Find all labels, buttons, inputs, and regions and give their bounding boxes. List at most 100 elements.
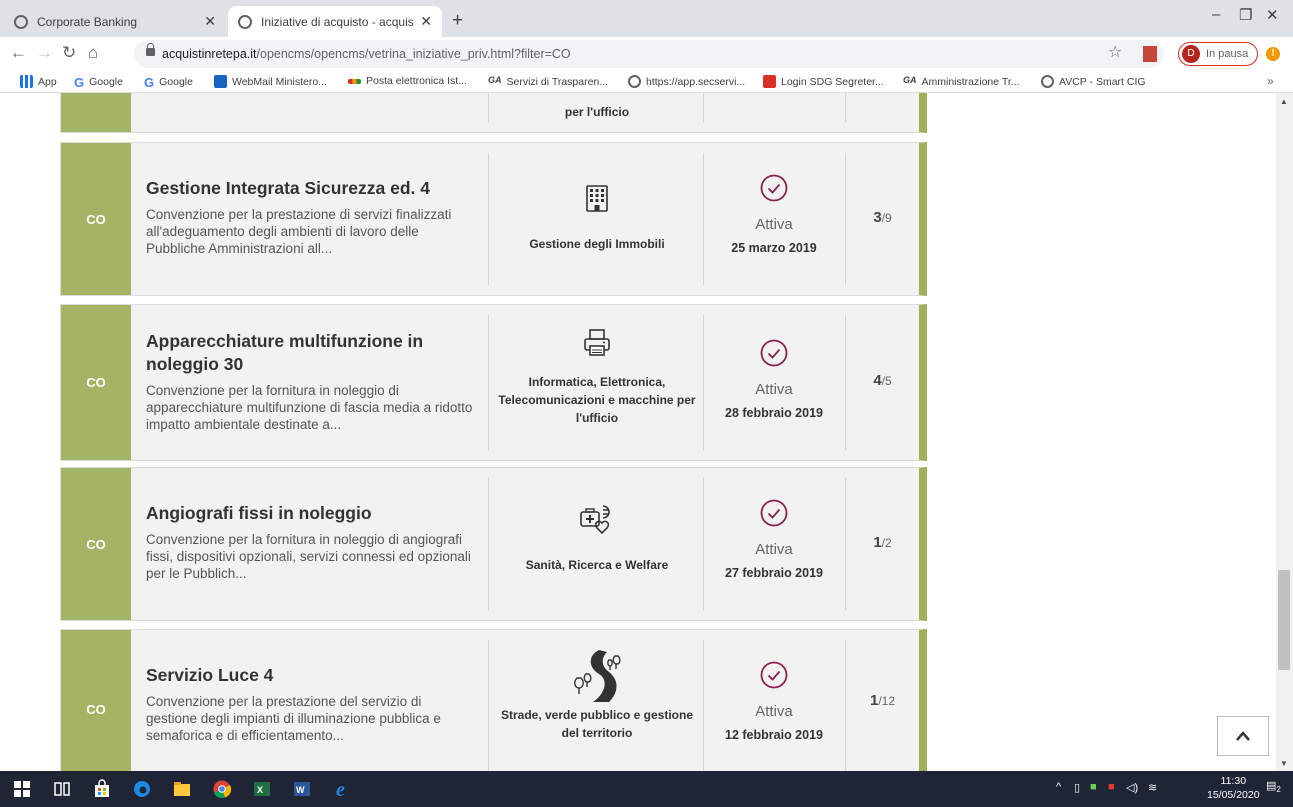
- activation-date: 28 febbraio 2019: [725, 406, 823, 420]
- globe-icon: [14, 14, 28, 29]
- bookmark-avcp[interactable]: AVCP - Smart CIG: [1041, 75, 1146, 88]
- svg-text:e: e: [336, 779, 345, 799]
- scroll-thumb[interactable]: [1278, 570, 1290, 670]
- profile-button[interactable]: D In pausa: [1178, 42, 1258, 66]
- divider: [488, 315, 489, 450]
- pdf-extension-icon[interactable]: [1143, 46, 1157, 62]
- new-tab-button[interactable]: +: [452, 10, 463, 32]
- initiative-type-tag: CO: [61, 143, 131, 295]
- bookmark-star-icon[interactable]: ☆: [1108, 42, 1122, 62]
- store-icon[interactable]: [92, 779, 112, 799]
- check-circle-icon: [760, 174, 788, 202]
- file-explorer-icon[interactable]: [172, 779, 192, 799]
- initiative-title[interactable]: Apparecchiature multifunzione in noleggi…: [146, 330, 476, 376]
- activation-date: 12 febbraio 2019: [725, 728, 823, 742]
- initiative-type-tag: CO: [61, 305, 131, 460]
- status-block: Attiva 28 febbraio 2019: [704, 339, 844, 420]
- back-to-top-button[interactable]: [1217, 716, 1269, 756]
- initiative-type-tag: CO: [61, 630, 131, 771]
- windows-taskbar: X W e ^ ▯ ■ ■ ◁) ≋ 11:30 15/05/2020 ▤2: [0, 771, 1293, 807]
- scroll-down-arrow-icon[interactable]: ▼: [1280, 759, 1288, 768]
- address-bar[interactable]: acquistinretepa.it/opencms/opencms/vetri…: [134, 40, 1164, 68]
- sdg-icon: [763, 75, 776, 88]
- excel-icon[interactable]: X: [252, 779, 272, 799]
- windows-start-icon[interactable]: [12, 779, 32, 799]
- home-button[interactable]: ⌂: [88, 43, 98, 63]
- bookmark-amministrazione[interactable]: GA Amministrazione Tr...: [903, 75, 1020, 88]
- page-scrollbar[interactable]: ▲ ▼: [1276, 93, 1293, 771]
- tray-alert-app-icon[interactable]: ■: [1108, 781, 1115, 793]
- bookmark-login-sdg[interactable]: Login SDG Segreter...: [763, 75, 884, 88]
- tray-app-icon[interactable]: ■: [1090, 781, 1097, 793]
- chrome-icon[interactable]: [212, 779, 232, 799]
- update-alert-icon[interactable]: !: [1266, 47, 1280, 61]
- reload-button[interactable]: ↻: [62, 43, 76, 63]
- bookmark-posta[interactable]: Posta elettronica Ist...: [348, 75, 467, 87]
- scroll-up-arrow-icon[interactable]: ▲: [1280, 97, 1288, 106]
- more-bookmarks-icon[interactable]: »: [1267, 74, 1274, 88]
- initiative-title[interactable]: Gestione Integrata Sicurezza ed. 4: [146, 177, 476, 200]
- bookmark-google-1[interactable]: G Google: [74, 75, 123, 90]
- avatar: D: [1182, 45, 1200, 63]
- url-host: acquistinretepa.it: [162, 47, 257, 61]
- close-icon[interactable]: ✕: [420, 13, 432, 30]
- back-button[interactable]: ←: [10, 43, 27, 63]
- globe-icon: [1041, 75, 1054, 88]
- internet-explorer-icon[interactable]: e: [334, 779, 354, 799]
- tray-chevron-icon[interactable]: ^: [1056, 781, 1061, 793]
- ga-icon: GA: [488, 75, 502, 85]
- lots-count: 4/5: [845, 372, 920, 389]
- apps-grid-icon: [20, 75, 33, 88]
- bookmark-label: Servizi di Trasparen...: [506, 75, 609, 88]
- initiative-title[interactable]: Angiografi fissi in noleggio: [146, 502, 476, 525]
- volume-icon[interactable]: ◁): [1126, 781, 1138, 794]
- bookmark-label: App: [38, 75, 57, 88]
- word-icon[interactable]: W: [292, 779, 312, 799]
- initiative-card[interactable]: CO Servizio Luce 4 Convenzione per la pr…: [60, 629, 927, 771]
- forward-button[interactable]: →: [36, 43, 53, 63]
- clock-date: 15/05/2020: [1207, 789, 1260, 801]
- task-view-icon[interactable]: [52, 779, 72, 799]
- notification-center-icon[interactable]: ▤2: [1266, 779, 1281, 794]
- initiative-card[interactable]: CO Gestione Integrata Sicurezza ed. 4 Co…: [60, 142, 927, 296]
- restore-button[interactable]: ❐: [1239, 6, 1252, 24]
- initiative-card[interactable]: CO Angiografi fissi in noleggio Convenzi…: [60, 467, 927, 621]
- edge-browser-icon[interactable]: [132, 779, 152, 799]
- bookmark-secservizi[interactable]: https://app.secservi...: [628, 75, 745, 88]
- lots-count: 1/2: [845, 534, 920, 551]
- system-clock[interactable]: 11:30 15/05/2020: [1207, 774, 1260, 802]
- building-icon: [586, 185, 608, 212]
- count-total: /12: [878, 694, 896, 708]
- tab-corporate-banking[interactable]: Corporate Banking ✕: [4, 6, 226, 37]
- count-total: /9: [881, 211, 892, 225]
- initiative-type-tag: CO: [61, 468, 131, 620]
- minimize-button[interactable]: –: [1212, 6, 1220, 23]
- tray-device-icon[interactable]: ▯: [1074, 781, 1080, 794]
- initiative-card[interactable]: CO Apparecchiature multifunzione in nole…: [60, 304, 927, 461]
- status-block: Attiva 27 febbraio 2019: [704, 499, 844, 580]
- clock-time: 11:30: [1220, 775, 1247, 787]
- close-icon[interactable]: ✕: [204, 13, 216, 30]
- bookmark-label: Google: [159, 75, 193, 88]
- check-circle-icon: [760, 661, 788, 689]
- printer-icon: [584, 329, 610, 356]
- tab-iniziative-di-acquisto[interactable]: Iniziative di acquisto - acquistinre ✕: [228, 6, 442, 37]
- lots-count: 3/9: [845, 209, 920, 226]
- url-text[interactable]: acquistinretepa.it/opencms/opencms/vetri…: [162, 47, 571, 61]
- svg-text:W: W: [296, 785, 305, 795]
- initiative-title[interactable]: Servizio Luce 4: [146, 664, 476, 687]
- bookmark-webmail[interactable]: WebMail Ministero...: [214, 75, 327, 88]
- count-current: 4: [873, 372, 882, 389]
- mail-icon: [348, 78, 361, 84]
- notification-count: 2: [1276, 785, 1281, 795]
- bookmark-servizi-trasparenza[interactable]: GA Servizi di Trasparen...: [488, 75, 608, 88]
- close-window-button[interactable]: ✕: [1266, 6, 1279, 24]
- health-icon: [580, 505, 610, 535]
- globe-icon: [628, 75, 641, 88]
- bookmark-google-2[interactable]: G Google: [144, 75, 193, 90]
- category-label: Sanità, Ricerca e Welfare: [525, 558, 669, 572]
- initiative-description: Convenzione per la fornitura in noleggio…: [146, 532, 471, 581]
- initiative-card-partial[interactable]: per l'ufficio: [60, 93, 927, 133]
- wifi-icon[interactable]: ≋: [1148, 781, 1157, 794]
- bookmark-apps[interactable]: App: [20, 75, 57, 88]
